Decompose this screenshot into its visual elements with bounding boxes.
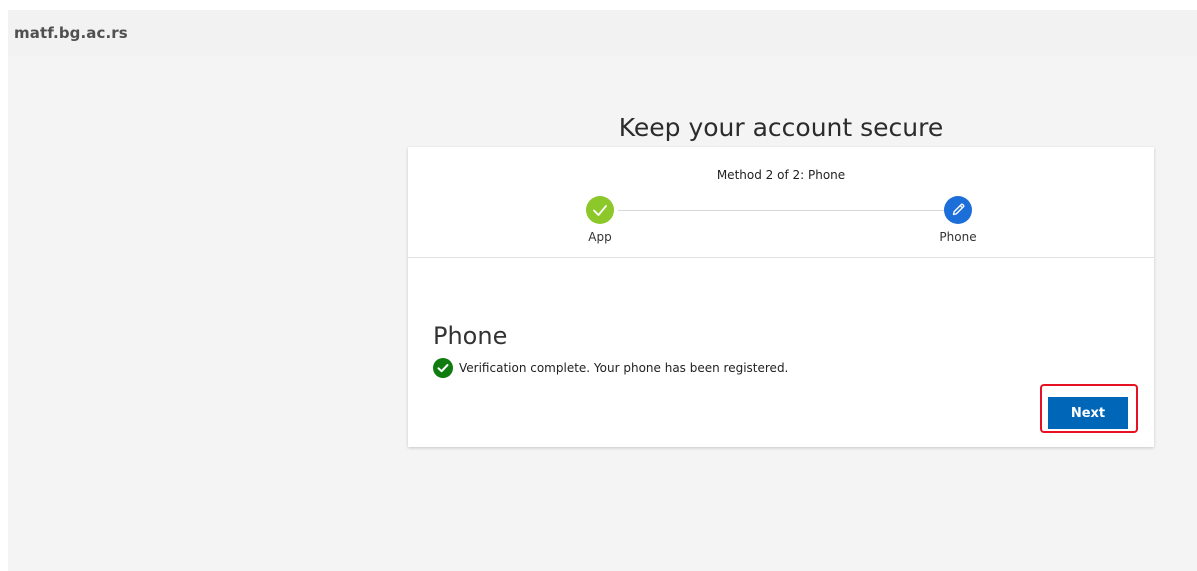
pencil-icon <box>952 203 965 216</box>
step-label-phone: Phone <box>939 230 977 244</box>
top-bar: matf.bg.ac.rs <box>8 10 1197 56</box>
success-check-icon <box>433 358 453 378</box>
stepper-connector <box>618 210 951 211</box>
verification-status-text: Verification complete. Your phone has be… <box>459 361 789 375</box>
check-icon <box>593 205 607 216</box>
method-progress-label: Method 2 of 2: Phone <box>716 168 846 182</box>
page-title: Keep your account secure <box>618 112 944 142</box>
step-phone-indicator <box>944 196 972 224</box>
verification-status: Verification complete. Your phone has be… <box>433 358 788 378</box>
organization-name: matf.bg.ac.rs <box>14 24 128 42</box>
section-title: Phone <box>433 321 508 350</box>
page-frame: matf.bg.ac.rs Keep your account secure M… <box>8 10 1197 571</box>
step-app-indicator <box>586 196 614 224</box>
next-button[interactable]: Next <box>1048 397 1128 429</box>
setup-card: Method 2 of 2: Phone App Phone Phone Ver… <box>408 147 1154 447</box>
step-label-app: App <box>588 230 612 244</box>
method-stepper: Method 2 of 2: Phone App Phone <box>408 147 1154 258</box>
